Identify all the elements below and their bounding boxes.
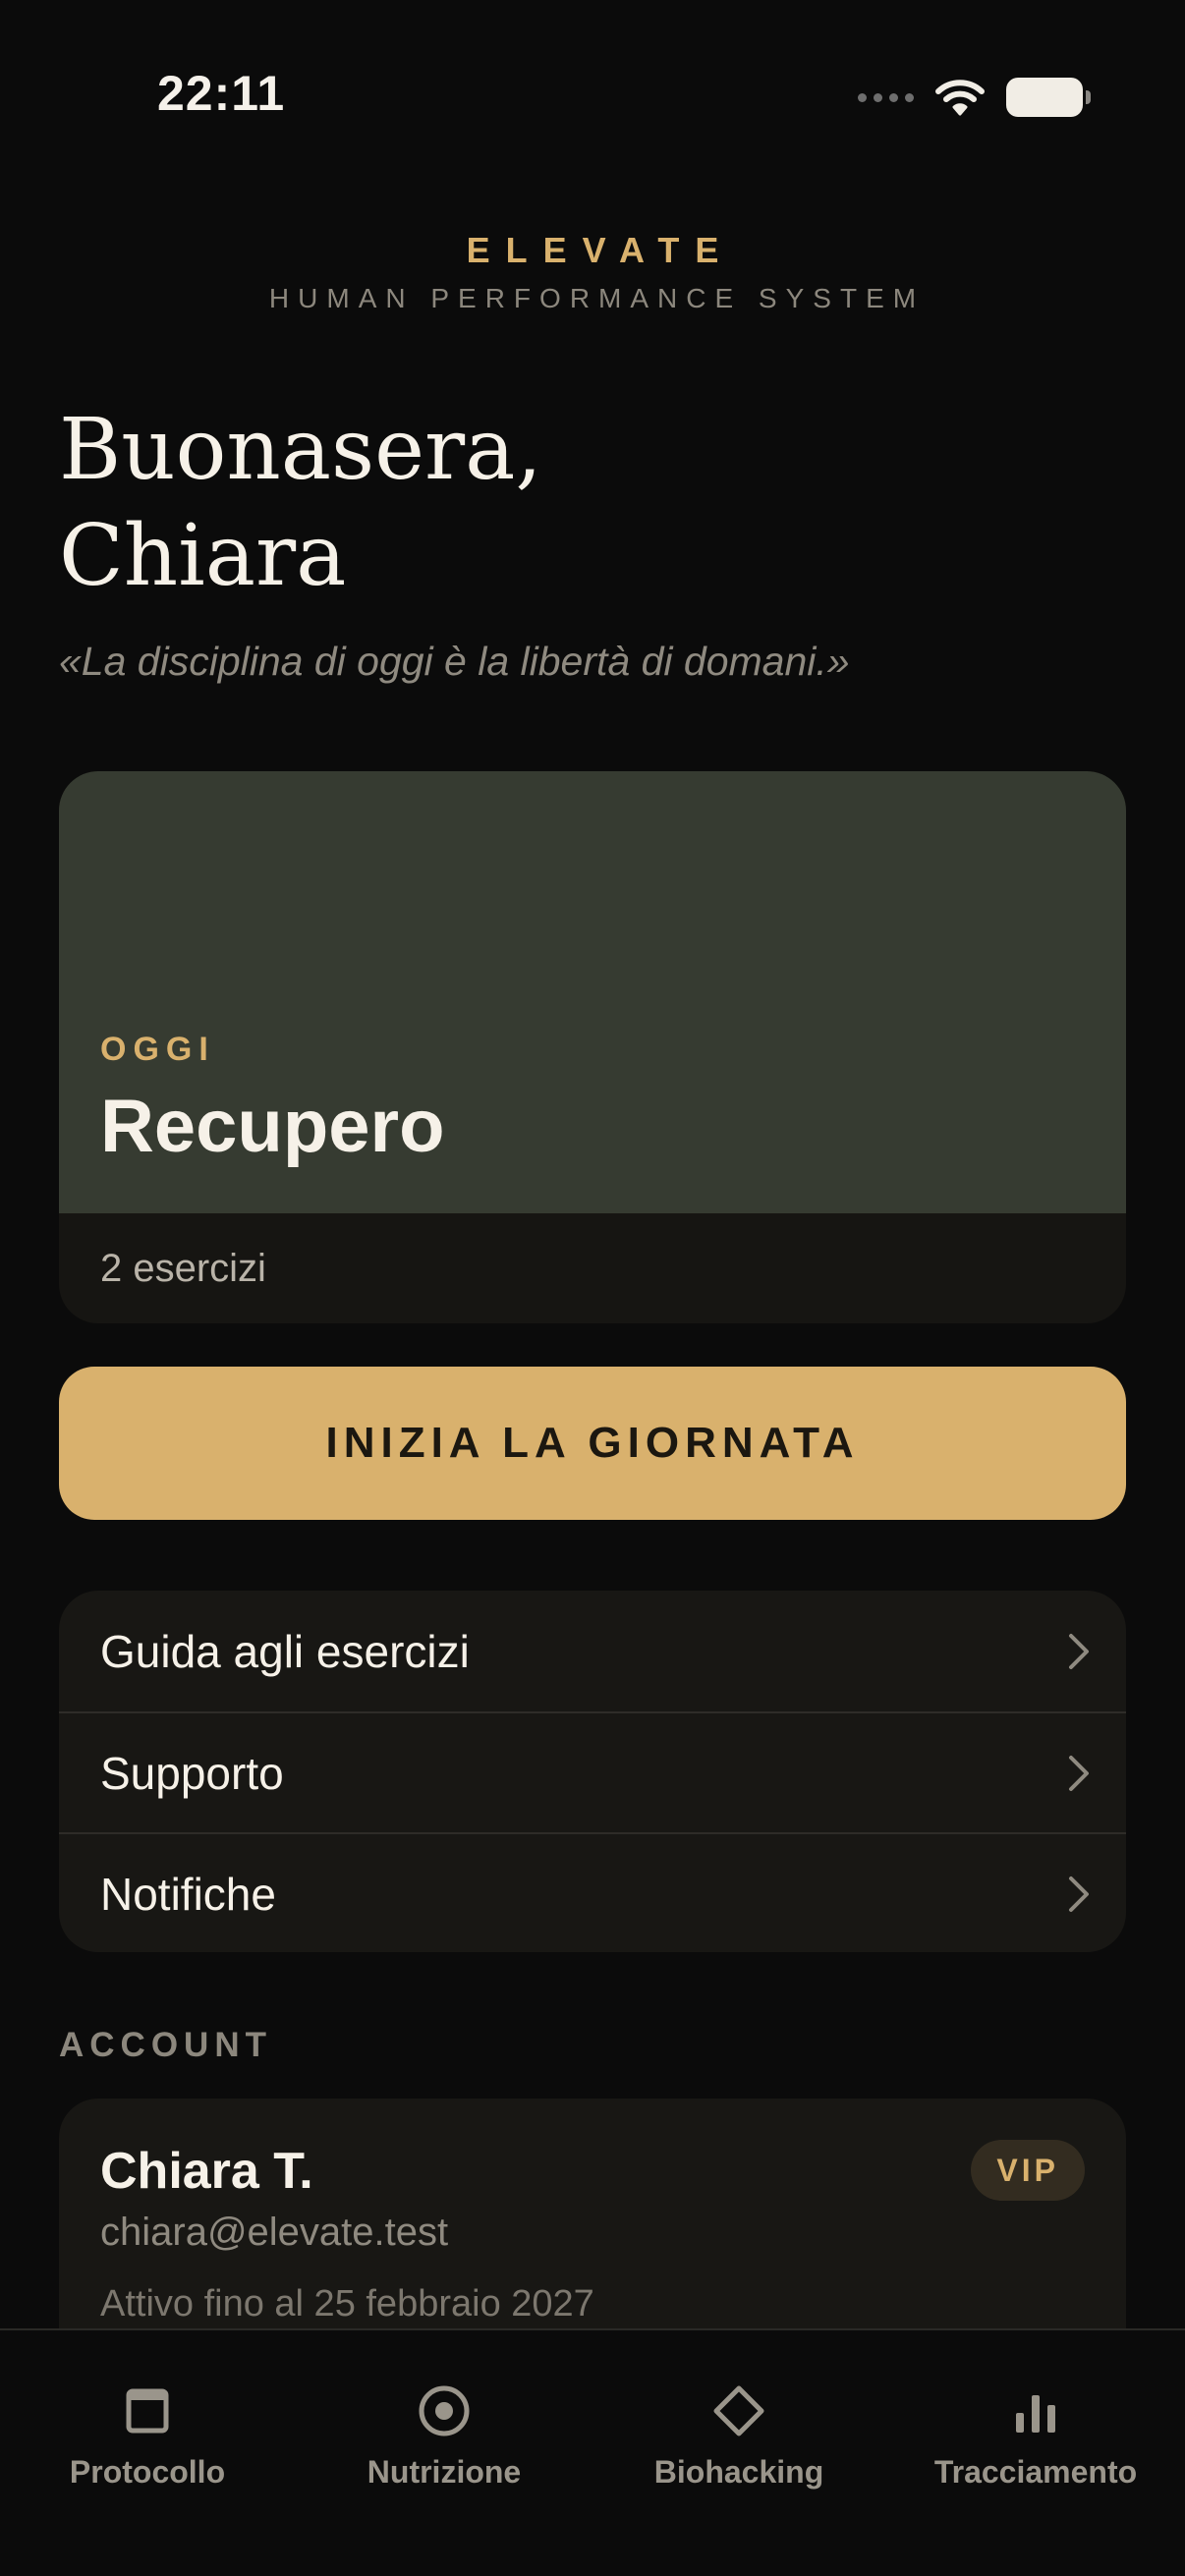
status-bar: 22:11 (0, 0, 1185, 196)
account-expiry: Attivo fino al 25 febbraio 2027 (100, 2283, 594, 2324)
today-eyebrow: OGGI (100, 1031, 215, 1068)
menu-item-exercise-guide[interactable]: Guida agli esercizi (59, 1591, 1126, 1711)
battery-icon (1006, 78, 1091, 117)
cellular-signal-icon (858, 92, 914, 102)
tab-label: Biohacking (653, 2454, 824, 2490)
account-name: Chiara T. (100, 2143, 313, 2200)
tab-label: Protocollo (69, 2454, 226, 2490)
start-day-button[interactable]: INIZIA LA GIORNATA (59, 1367, 1126, 1520)
settings-menu: Guida agli esercizi Supporto Notifiche (59, 1591, 1126, 1952)
today-card[interactable]: OGGI Recupero 2 esercizi (59, 771, 1126, 1323)
tab-nutrizione[interactable]: Nutrizione (297, 2381, 592, 2491)
target-icon (419, 2385, 470, 2436)
daily-quote: «La disciplina di oggi è la libertà di d… (59, 639, 850, 684)
status-icons (858, 73, 1091, 122)
chevron-right-icon (1069, 1633, 1089, 1669)
today-title: Recupero (100, 1085, 445, 1168)
account-section-label: ACCOUNT (59, 2026, 272, 2064)
tab-biohacking[interactable]: Biohacking (592, 2381, 886, 2491)
tab-protocollo[interactable]: Protocollo (0, 2381, 295, 2491)
menu-item-notifications[interactable]: Notifiche (59, 1832, 1126, 1952)
greeting-line: Buonasera, (59, 401, 542, 499)
chevron-right-icon (1069, 1755, 1089, 1791)
tab-tracciamento[interactable]: Tracciamento (888, 2381, 1183, 2491)
vip-badge: VIP (971, 2140, 1085, 2201)
bar-chart-icon (1016, 2395, 1055, 2433)
menu-item-support[interactable]: Supporto (59, 1711, 1126, 1832)
status-time: 22:11 (157, 66, 286, 121)
diamond-icon (713, 2385, 764, 2436)
today-exercise-count: 2 esercizi (100, 1247, 266, 1290)
brand-subtitle: HUMAN PERFORMANCE SYSTEM (268, 283, 926, 313)
greeting: Buonasera, Chiara (59, 397, 542, 609)
menu-item-label: Guida agli esercizi (100, 1625, 470, 1677)
menu-item-label: Notifiche (100, 1868, 276, 1920)
tab-label: Nutrizione (367, 2454, 522, 2490)
chevron-right-icon (1069, 1876, 1089, 1912)
wifi-icon (935, 80, 985, 116)
account-email: chiara@elevate.test (100, 2211, 449, 2254)
calendar-icon (126, 2388, 169, 2434)
account-card[interactable]: Chiara T. chiara@elevate.test Attivo fin… (59, 2099, 1126, 2354)
menu-item-label: Supporto (100, 1747, 284, 1799)
greeting-name: Chiara (59, 507, 347, 605)
brand-header: ELEVATE HUMAN PERFORMANCE SYSTEM (0, 230, 1185, 314)
brand-title: ELEVATE (466, 230, 735, 270)
tab-bar: Protocollo Nutrizione Biohacking Traccia… (0, 2328, 1185, 2576)
tab-label: Tracciamento (933, 2454, 1138, 2490)
